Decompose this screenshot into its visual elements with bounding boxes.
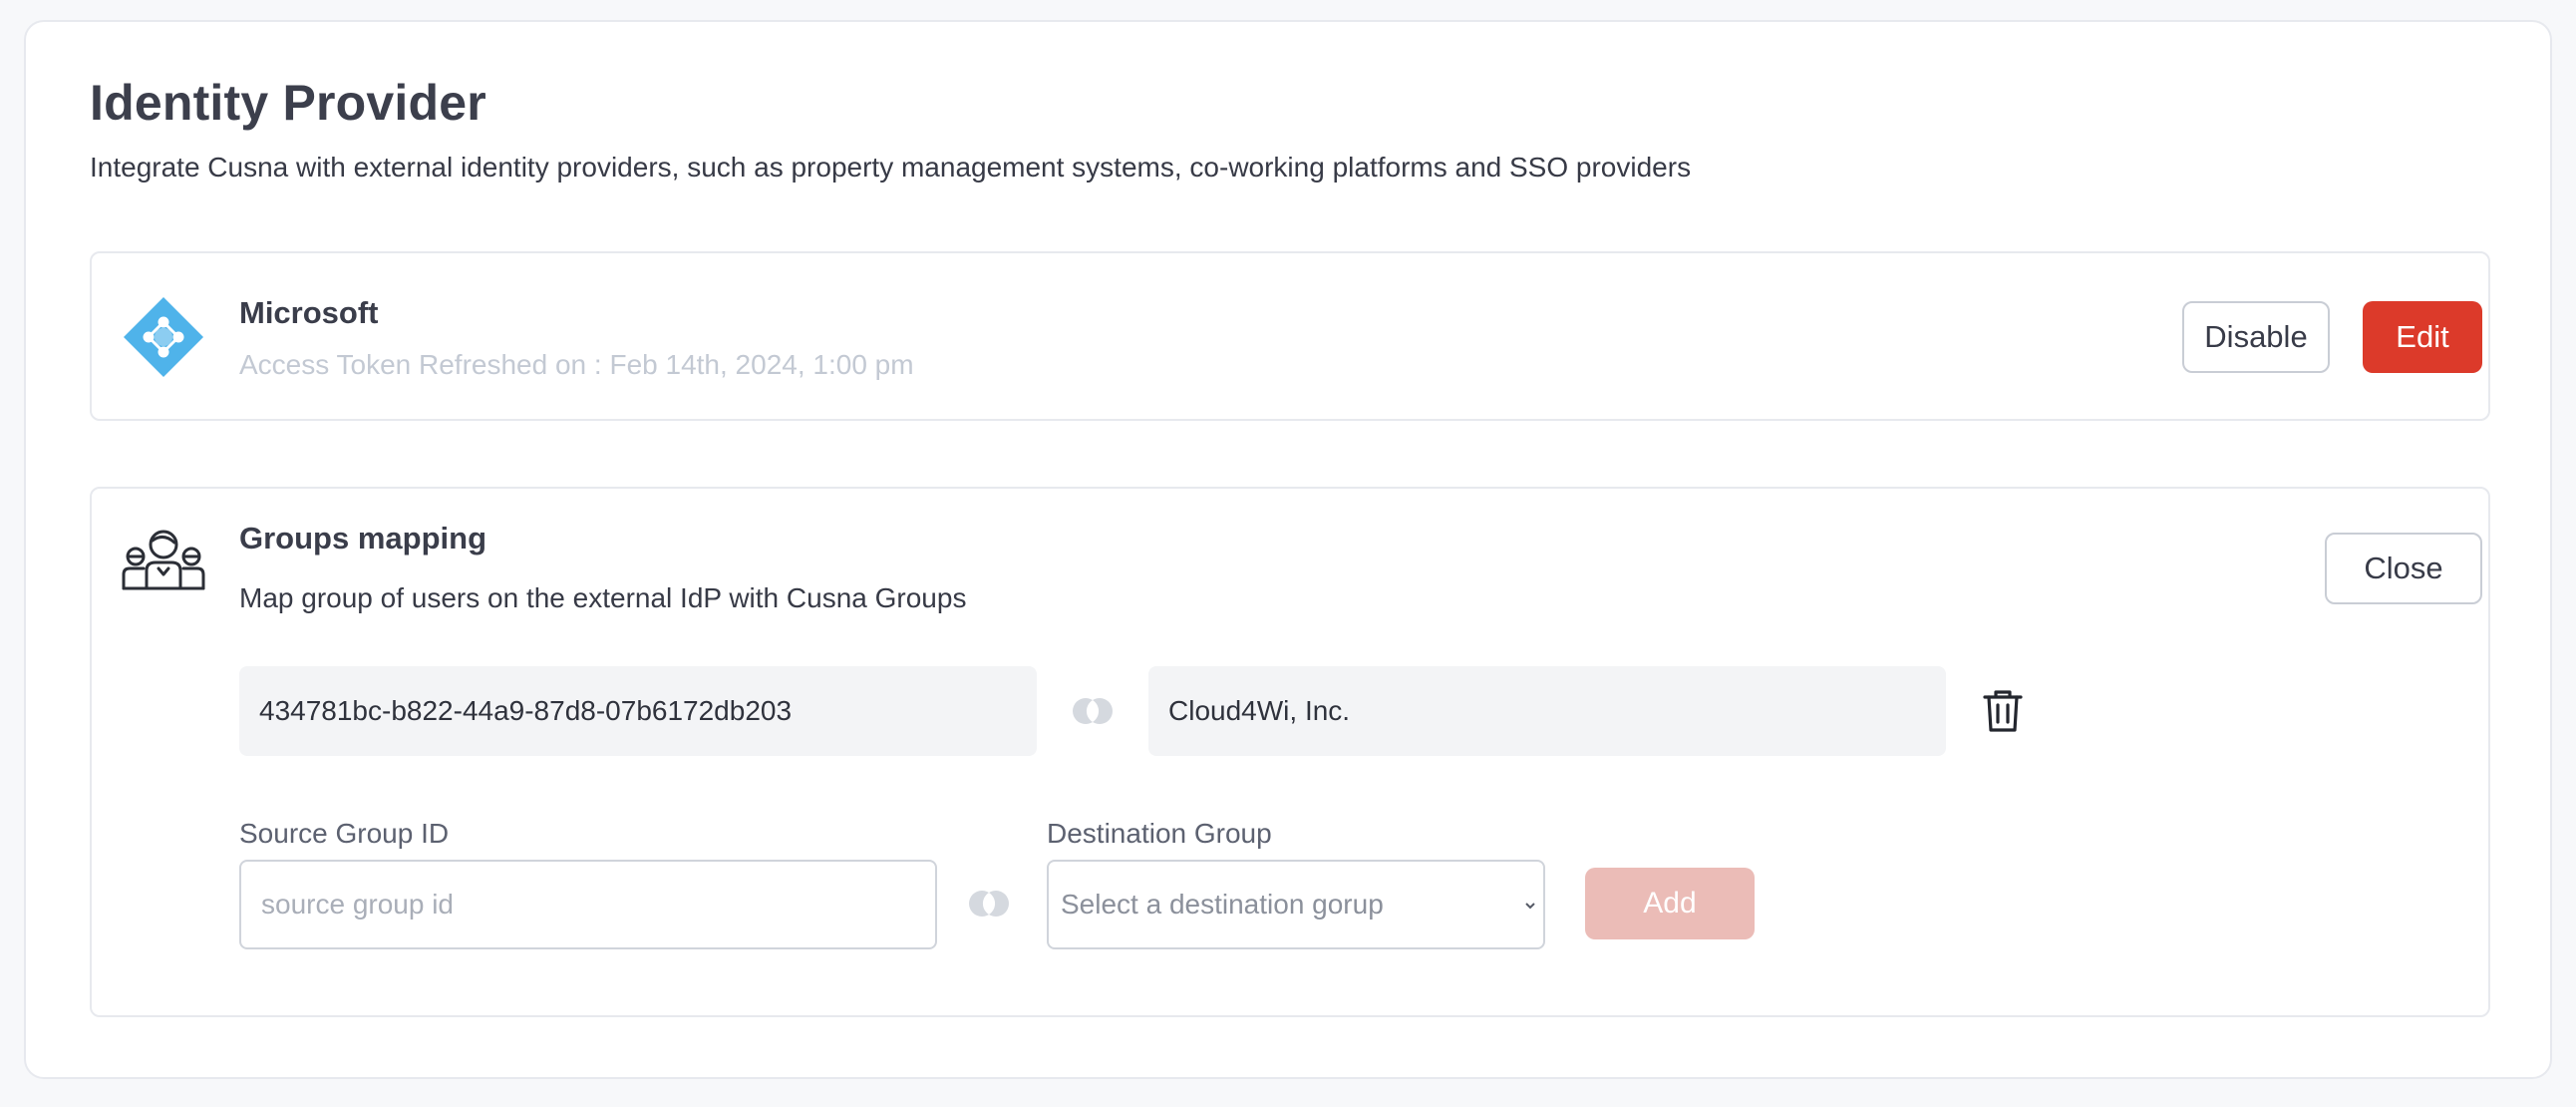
link-icon: [969, 891, 1009, 917]
groups-mapping-panel: Groups mapping Map group of users on the…: [90, 487, 2490, 1017]
disable-button[interactable]: Disable: [2182, 301, 2330, 373]
page-subtitle: Integrate Cusna with external identity p…: [90, 152, 1692, 183]
chevron-down-icon: [1525, 903, 1535, 910]
close-button[interactable]: Close: [2325, 533, 2482, 604]
users-group-icon: [122, 530, 205, 590]
destination-group-select[interactable]: Select a destination gorup: [1047, 860, 1545, 949]
destination-group-label: Destination Group: [1047, 818, 1272, 849]
groups-mapping-description: Map group of users on the external IdP w…: [239, 582, 967, 613]
edit-button[interactable]: Edit: [2363, 301, 2482, 373]
identity-provider-card: Identity Provider Integrate Cusna with e…: [24, 20, 2552, 1079]
groups-mapping-title: Groups mapping: [239, 521, 486, 555]
token-status-text: Access Token Refreshed on : Feb 14th, 20…: [239, 349, 914, 380]
azure-ad-logo-icon: [124, 297, 203, 377]
source-group-id-label: Source Group ID: [239, 818, 450, 849]
page-title: Identity Provider: [90, 75, 486, 131]
provider-panel: Microsoft Access Token Refreshed on : Fe…: [90, 251, 2490, 421]
trash-icon[interactable]: [1980, 688, 2026, 734]
source-group-id-input[interactable]: [239, 860, 937, 949]
destination-group-placeholder: Select a destination gorup: [1061, 889, 1384, 920]
link-icon: [1073, 698, 1113, 724]
add-mapping-button[interactable]: Add: [1585, 868, 1755, 939]
mapping-destination-group: Cloud4Wi, Inc.: [1148, 666, 1946, 756]
provider-name: Microsoft: [239, 295, 379, 330]
mapping-source-id: 434781bc-b822-44a9-87d8-07b6172db203: [239, 666, 1037, 756]
